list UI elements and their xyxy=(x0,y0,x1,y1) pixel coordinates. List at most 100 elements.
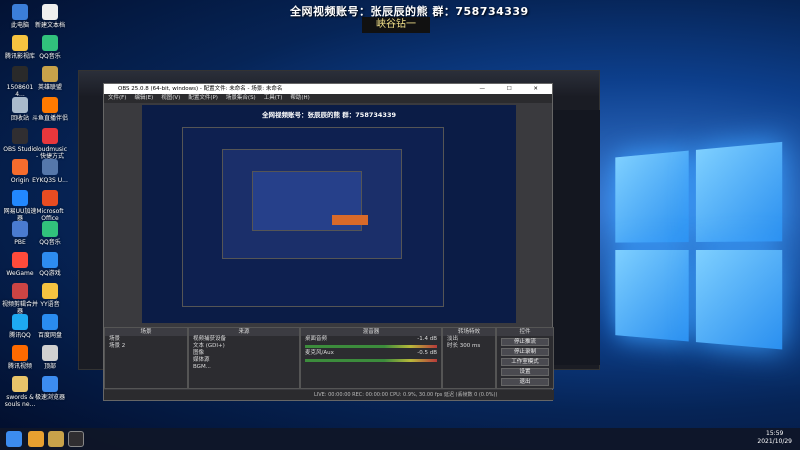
source-item[interactable]: 视频捕获设备 xyxy=(189,336,299,343)
control-button[interactable]: 停止录制 xyxy=(501,348,549,356)
menu-item[interactable]: 场景集合(S) xyxy=(226,95,256,101)
preview-banner: 全网视频账号：张辰辰的熊 群：758734339 xyxy=(262,111,396,119)
app-icon xyxy=(12,97,28,113)
track-db: -0.5 dB xyxy=(417,350,437,356)
transition-type[interactable]: 淡出 xyxy=(443,336,495,343)
app-icon xyxy=(42,190,58,206)
control-button[interactable]: 停止推流 xyxy=(501,338,549,346)
desktop-icon[interactable]: 斗鱼直播伴侣 xyxy=(32,97,68,122)
desktop-icon[interactable]: 新建文本档 xyxy=(32,4,68,29)
menu-item[interactable]: 配置文件(P) xyxy=(188,95,218,101)
app-icon xyxy=(12,376,28,392)
scenes-title: 场景 xyxy=(105,328,187,336)
desktop-icon[interactable]: EYKQ3S U... xyxy=(32,159,68,184)
start-icon[interactable] xyxy=(6,431,22,447)
obs-docks: 场景 场景 场景 2 来源 视频捕获设备 文本 (GDI+) 图像 媒体源 BGM... … xyxy=(104,327,554,389)
control-button[interactable]: 工作室模式 xyxy=(501,358,549,366)
volume-meter xyxy=(305,359,437,362)
desktop-icon[interactable]: 百度网盘 xyxy=(32,314,68,339)
controls-title: 控件 xyxy=(497,328,553,336)
app-icon xyxy=(42,283,58,299)
app-icon xyxy=(12,66,28,82)
app-icon xyxy=(42,252,58,268)
obs-window[interactable]: OBS 25.0.8 (64-bit, windows) - 配置文件: 未命名… xyxy=(103,83,554,401)
control-button[interactable]: 退出 xyxy=(501,378,549,386)
desktop-icon[interactable]: 顶部 xyxy=(32,345,68,370)
track-name: 麦克风/Aux xyxy=(305,350,334,356)
desktop-icon[interactable]: 极速浏览器 xyxy=(32,376,68,401)
desktop-icon-label: 斗鱼直播伴侣 xyxy=(32,115,69,122)
window-title: OBS 25.0.8 (64-bit, windows) - 配置文件: 未命名… xyxy=(118,86,283,92)
desktop-icon-label: QQ音乐 xyxy=(39,239,61,246)
scenes-dock: 场景 场景 场景 2 xyxy=(104,327,188,389)
menu-item[interactable]: 文件(F) xyxy=(108,95,126,101)
desktop-icon[interactable]: Microsoft Office xyxy=(32,190,68,222)
desktop-icon-label: Microsoft Office xyxy=(36,208,64,222)
mixer-track[interactable]: 麦克风/Aux -0.5 dB xyxy=(301,350,441,357)
desktop-icon-label: 英雄联盟 xyxy=(37,84,62,91)
app-icon xyxy=(42,128,58,144)
app-icon xyxy=(12,252,28,268)
app-icon xyxy=(12,4,28,20)
duration-label: 时长 xyxy=(447,343,459,349)
background-app-sidebar xyxy=(553,110,600,365)
app-icon xyxy=(12,221,28,237)
app-icon xyxy=(12,159,28,175)
source-item[interactable]: 图像 xyxy=(189,350,299,357)
nested-record-button xyxy=(332,215,368,225)
duration-value[interactable]: 300 ms xyxy=(460,343,480,349)
source-item[interactable]: 文本 (GDI+) xyxy=(189,343,299,350)
taskbar: 15:59 2021/10/29 xyxy=(0,428,800,450)
app-icon xyxy=(42,35,58,51)
chrome-icon[interactable] xyxy=(28,431,44,447)
controls-dock: 控件 停止推流停止录制工作室模式设置退出 xyxy=(496,327,554,389)
desktop-icon[interactable]: QQ游戏 xyxy=(32,252,68,277)
app-icon xyxy=(42,159,58,175)
app-icon xyxy=(42,314,58,330)
sources-dock: 来源 视频捕获设备 文本 (GDI+) 图像 媒体源 BGM... xyxy=(188,327,300,389)
preview-canvas[interactable]: 全网视频账号：张辰辰的熊 群：758734339 xyxy=(142,105,516,323)
desktop-icon-label: YY语音 xyxy=(40,301,60,308)
mixer-track[interactable]: 桌面音频 -1.4 dB xyxy=(301,336,441,343)
app-icon xyxy=(42,376,58,392)
desktop-icon-label: 新建文本档 xyxy=(34,22,65,29)
desktop-icon-label: QQ音乐 xyxy=(39,53,61,60)
transition-duration-row[interactable]: 时长 300 ms xyxy=(443,343,495,350)
obs-titlebar[interactable]: OBS 25.0.8 (64-bit, windows) - 配置文件: 未命名… xyxy=(104,84,552,94)
sources-title: 来源 xyxy=(189,328,299,336)
scene-item[interactable]: 场景 xyxy=(105,336,187,343)
windows-wallpaper-logo xyxy=(615,141,788,358)
menu-item[interactable]: 视图(V) xyxy=(161,95,180,101)
lol-icon[interactable] xyxy=(48,431,64,447)
menu-item[interactable]: 编辑(E) xyxy=(134,95,153,101)
desktop-icon[interactable]: QQ音乐 xyxy=(32,35,68,60)
window-controls[interactable]: — ☐ ✕ xyxy=(479,84,548,94)
overlay-rank: 峡谷钻一 xyxy=(362,17,430,33)
clock[interactable]: 15:59 2021/10/29 xyxy=(757,430,792,446)
app-icon xyxy=(12,35,28,51)
source-item[interactable]: 媒体源 xyxy=(189,357,299,364)
menu-item[interactable]: 帮助(H) xyxy=(290,95,309,101)
desktop-icon[interactable]: QQ音乐 xyxy=(32,221,68,246)
desktop-icon[interactable]: YY语音 xyxy=(32,283,68,308)
control-button[interactable]: 设置 xyxy=(501,368,549,376)
mixer-title: 混音器 xyxy=(301,328,441,336)
app-icon xyxy=(12,345,28,361)
desktop-icon-label: 极速浏览器 xyxy=(34,394,65,401)
obs-icon[interactable] xyxy=(68,431,84,447)
clock-time: 15:59 xyxy=(766,430,784,437)
menu-item[interactable]: 工具(T) xyxy=(264,95,283,101)
app-icon xyxy=(42,345,58,361)
app-icon xyxy=(12,314,28,330)
app-icon xyxy=(12,128,28,144)
source-item[interactable]: BGM... xyxy=(189,364,299,371)
track-name: 桌面音频 xyxy=(305,336,328,342)
app-icon xyxy=(42,4,58,20)
desktop-icon[interactable]: cloudmusic - 快捷方式 xyxy=(32,128,68,160)
transitions-dock: 转场特效 淡出 时长 300 ms xyxy=(442,327,496,389)
desktop-icon-label: EYKQ3S U... xyxy=(32,177,68,184)
desktop-icon[interactable]: 英雄联盟 xyxy=(32,66,68,91)
scene-item[interactable]: 场景 2 xyxy=(105,343,187,350)
app-icon xyxy=(12,283,28,299)
app-icon xyxy=(42,66,58,82)
